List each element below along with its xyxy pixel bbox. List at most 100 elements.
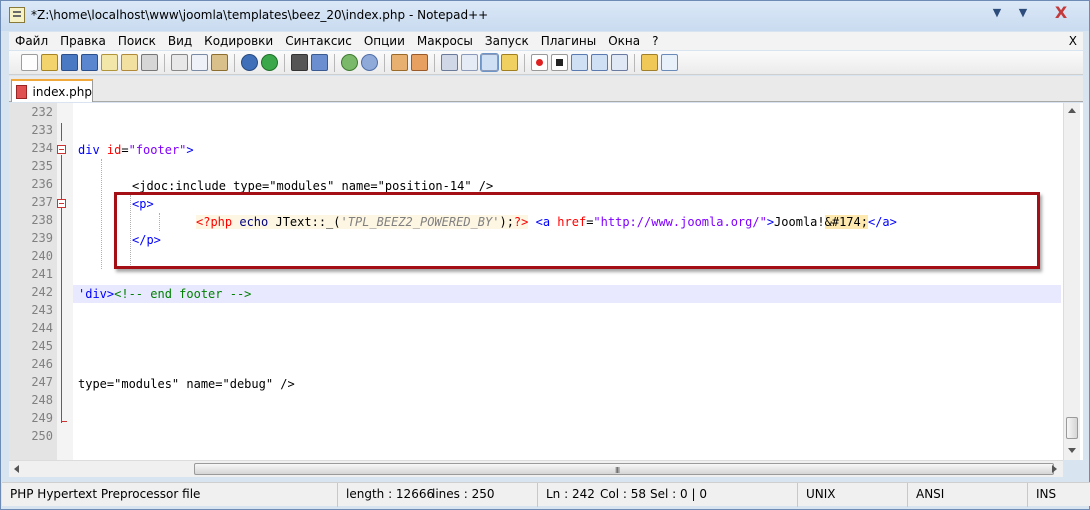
line-number: 238 (31, 213, 53, 227)
fold-end (61, 421, 67, 422)
horizontal-scrollbar[interactable]: III (9, 460, 1063, 477)
undo-icon[interactable] (241, 54, 258, 71)
tab-label: index.php (32, 84, 92, 99)
vertical-scrollbar[interactable] (1063, 103, 1080, 460)
line-number: 240 (31, 249, 53, 263)
open-file-icon[interactable] (41, 54, 58, 71)
line-number: 245 (31, 339, 53, 353)
chevron-down-icon: ▼ (992, 5, 1002, 19)
code-text-area[interactable]: div id="footer"> <jdoc:include type="mod… (73, 103, 1061, 460)
toolbar-separator (434, 54, 435, 72)
window-title: *Z:\home\localhost\www\joomla\templates\… (31, 8, 489, 22)
sync-horizontal-icon[interactable] (411, 54, 428, 71)
menu-view[interactable]: Вид (162, 32, 198, 50)
zoom-in-icon[interactable] (341, 54, 358, 71)
line-number: 247 (31, 375, 53, 389)
menu-macros[interactable]: Макросы (411, 32, 479, 50)
code-line-242: 'div><!-- end footer --> (78, 287, 252, 301)
close-document-button[interactable]: X (1069, 32, 1077, 50)
fold-line (61, 155, 62, 423)
toolbar (9, 51, 1083, 75)
scroll-down-icon[interactable] (1068, 448, 1076, 453)
cut-icon[interactable] (171, 54, 188, 71)
toolbar-separator (234, 54, 235, 72)
save-macro-icon[interactable] (611, 54, 628, 71)
close-window-button[interactable]: X (1041, 2, 1081, 22)
fold-toggle-icon[interactable] (57, 199, 66, 208)
status-column: Col : 58 (600, 487, 646, 501)
menu-options[interactable]: Опции (358, 32, 411, 50)
status-insert-mode: INS (1036, 487, 1057, 501)
close-icon[interactable] (101, 54, 118, 71)
close-all-icon[interactable] (121, 54, 138, 71)
play-macro-icon[interactable] (571, 54, 588, 71)
line-number-gutter: 232 233 234 235 236 237 238 239 240 241 … (9, 103, 57, 460)
menu-search[interactable]: Поиск (112, 32, 162, 50)
toolbar-separator (284, 54, 285, 72)
code-line-234: div id="footer"> (78, 143, 194, 157)
status-encoding: ANSI (908, 483, 1028, 507)
fold-toggle-icon[interactable] (57, 145, 66, 154)
menu-windows[interactable]: Окна (602, 32, 646, 50)
open-folder-icon[interactable] (641, 54, 658, 71)
replace-icon[interactable] (311, 54, 328, 71)
run-macro-multiple-icon[interactable] (591, 54, 608, 71)
unsaved-file-icon (16, 84, 27, 99)
menu-syntax[interactable]: Синтаксис (279, 32, 358, 50)
save-icon[interactable] (61, 54, 78, 71)
line-number: 235 (31, 159, 53, 173)
save-all-icon[interactable] (81, 54, 98, 71)
line-number: 250 (31, 429, 53, 443)
menu-plugins[interactable]: Плагины (535, 32, 602, 50)
paste-icon[interactable] (211, 54, 228, 71)
horizontal-scroll-thumb[interactable]: III (194, 463, 1054, 475)
menu-file[interactable]: Файл (9, 32, 54, 50)
sync-vertical-icon[interactable] (391, 54, 408, 71)
print-icon[interactable] (141, 54, 158, 71)
line-number: 244 (31, 321, 53, 335)
minimize-button[interactable]: ▼ (986, 3, 1008, 21)
scroll-right-icon[interactable] (1052, 465, 1057, 473)
indent-guide-icon[interactable] (480, 53, 499, 72)
line-number: 241 (31, 267, 53, 281)
menu-help[interactable]: ? (646, 32, 664, 50)
new-file-icon[interactable] (21, 54, 38, 71)
close-icon: X (1054, 2, 1068, 22)
fold-line (61, 123, 62, 141)
title-bar: *Z:\home\localhost\www\joomla\templates\… (1, 1, 1089, 31)
word-wrap-icon[interactable] (441, 54, 458, 71)
redo-icon[interactable] (261, 54, 278, 71)
toolbar-separator (524, 54, 525, 72)
line-number: 243 (31, 303, 53, 317)
spellcheck-icon[interactable] (661, 54, 678, 71)
status-lines: lines : 250 (424, 483, 538, 507)
code-editor[interactable]: 232 233 234 235 236 237 238 239 240 241 … (9, 103, 1083, 460)
status-selection: Sel : 0 | 0 (642, 483, 798, 507)
line-number: 237 (31, 195, 53, 209)
line-number: 246 (31, 357, 53, 371)
tab-index-php[interactable]: index.php (11, 79, 93, 102)
find-icon[interactable] (291, 54, 308, 71)
maximize-button[interactable]: ▼ (1012, 3, 1034, 21)
indent-guide (101, 159, 102, 269)
status-line-number: Ln : 242 (546, 487, 595, 501)
menu-run[interactable]: Запуск (479, 32, 535, 50)
vertical-scroll-thumb[interactable] (1066, 417, 1078, 439)
toolbar-separator (334, 54, 335, 72)
scroll-up-icon[interactable] (1068, 108, 1076, 113)
status-eol: UNIX (798, 483, 908, 507)
record-macro-icon[interactable] (531, 54, 548, 71)
status-file-type: PHP Hypertext Preprocessor file (2, 483, 338, 507)
show-all-chars-icon[interactable] (461, 54, 478, 71)
zoom-out-icon[interactable] (361, 54, 378, 71)
copy-icon[interactable] (191, 54, 208, 71)
menu-encoding[interactable]: Кодировки (198, 32, 279, 50)
highlight-annotation-box (114, 192, 1040, 269)
user-lang-icon[interactable] (501, 54, 518, 71)
stop-macro-icon[interactable] (551, 54, 568, 71)
menu-edit[interactable]: Правка (54, 32, 112, 50)
line-number: 236 (31, 177, 53, 191)
line-number: 234 (31, 141, 53, 155)
scroll-left-icon[interactable] (14, 465, 19, 473)
code-line-247: type="modules" name="debug" /> (78, 377, 295, 391)
